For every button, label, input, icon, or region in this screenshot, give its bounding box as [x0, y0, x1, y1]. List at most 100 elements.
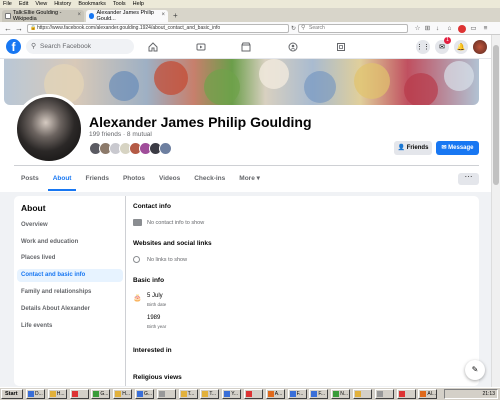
forward-icon[interactable]: →: [15, 24, 23, 33]
app-icon: [93, 391, 100, 397]
app-icon: [289, 391, 296, 397]
watch-nav-icon[interactable]: [186, 39, 216, 55]
app-icon: [224, 391, 231, 397]
friends-button[interactable]: 👤 Friends: [394, 141, 432, 155]
taskbar-item[interactable]: [396, 389, 416, 399]
more-options-button[interactable]: ···: [458, 173, 479, 185]
friends-count[interactable]: 199 friends · 8 mutual: [89, 131, 152, 138]
menu-history[interactable]: History: [54, 1, 71, 7]
notifications-bell-icon[interactable]: 🔔: [454, 40, 468, 54]
tab-videos[interactable]: Videos: [152, 167, 187, 191]
menu-bookmarks[interactable]: Bookmarks: [78, 1, 106, 7]
account-avatar[interactable]: [473, 40, 487, 54]
globe-icon: [133, 256, 140, 263]
app-icon: [267, 391, 274, 397]
taskbar-item[interactable]: H...: [47, 389, 67, 399]
taskbar-item[interactable]: [374, 389, 394, 399]
home-icon[interactable]: ⌂: [446, 25, 453, 32]
taskbar-item[interactable]: F...: [287, 389, 307, 399]
taskbar-item[interactable]: N...: [331, 389, 351, 399]
menu-tools[interactable]: Tools: [113, 1, 126, 7]
page-scrollbar[interactable]: [491, 35, 500, 387]
taskbar-item[interactable]: Al...: [418, 389, 438, 399]
facebook-logo[interactable]: f: [6, 39, 21, 54]
tab-strip: Talk:Ellie Goulding - Wikipedia × Alexan…: [0, 8, 500, 22]
about-nav-places-lived[interactable]: Places lived: [17, 252, 123, 265]
profile-picture[interactable]: [14, 94, 84, 164]
menu-bar: File Edit View History Bookmarks Tools H…: [0, 0, 500, 8]
url-bar[interactable]: 🔒 https://www.facebook.com/alexander.gou…: [27, 24, 289, 33]
about-nav-overview[interactable]: Overview: [17, 219, 123, 232]
addon-icon[interactable]: ▭: [470, 25, 477, 32]
compose-icon: ✎: [471, 365, 479, 374]
tab-check-ins[interactable]: Check-ins: [187, 167, 232, 191]
marketplace-nav-icon[interactable]: [231, 39, 261, 55]
taskbar-item[interactable]: T...: [178, 389, 198, 399]
search-placeholder: Search: [309, 25, 325, 31]
notification-badge: 1: [444, 37, 451, 44]
taskbar-item-label: Al...: [427, 391, 437, 397]
url-text: https://www.facebook.com/alexander.gould…: [37, 25, 221, 31]
contact-info-row: No contact info to show: [133, 219, 204, 226]
taskbar-item[interactable]: Y...: [222, 389, 242, 399]
contact-empty-text: No contact info to show: [147, 219, 205, 226]
message-button[interactable]: ✉ Message: [436, 141, 479, 155]
clock: 21:13: [482, 391, 495, 397]
close-icon[interactable]: ×: [77, 12, 81, 18]
birth-year-value: 1989: [147, 315, 161, 321]
back-icon[interactable]: ←: [4, 24, 12, 33]
taskbar-item-label: T...: [209, 391, 217, 397]
menu-grid-icon[interactable]: ⋮⋮: [416, 40, 430, 54]
menu-view[interactable]: View: [35, 1, 47, 7]
about-nav-details[interactable]: Details About Alexander: [17, 303, 123, 316]
about-nav-life-events[interactable]: Life events: [17, 320, 123, 333]
taskbar-item[interactable]: G...: [135, 389, 154, 399]
taskbar-item[interactable]: F...: [309, 389, 329, 399]
taskbar-item[interactable]: [244, 389, 263, 399]
tab-photos[interactable]: Photos: [116, 167, 152, 191]
download-icon[interactable]: ↓: [434, 25, 441, 32]
tab-friends[interactable]: Friends: [78, 167, 115, 191]
gaming-nav-icon[interactable]: [326, 39, 356, 55]
menu-help[interactable]: Help: [133, 1, 144, 7]
tab-wikipedia[interactable]: Talk:Ellie Goulding - Wikipedia ×: [2, 10, 84, 22]
bookmark-star-icon[interactable]: ☆: [414, 25, 421, 32]
taskbar-item-label: N...: [340, 391, 348, 397]
about-nav-work-education[interactable]: Work and education: [17, 236, 123, 249]
tab-more[interactable]: More ▾: [232, 167, 267, 191]
messenger-icon: ✉: [441, 145, 447, 151]
taskbar-item[interactable]: G...: [91, 389, 111, 399]
browser-search-input[interactable]: ⚲ Search: [298, 24, 408, 33]
taskbar-item[interactable]: A...: [265, 389, 285, 399]
new-tab-icon[interactable]: +: [173, 11, 178, 20]
new-message-button[interactable]: ✎: [465, 360, 485, 380]
tab-about[interactable]: About: [46, 167, 79, 191]
tab-facebook[interactable]: Alexander James Philip Gould... ×: [86, 10, 168, 22]
menu-hamburger-icon[interactable]: ≡: [482, 25, 489, 32]
menu-file[interactable]: File: [3, 1, 12, 7]
start-button[interactable]: Start: [1, 389, 23, 399]
about-title: About: [21, 203, 46, 213]
about-nav-contact-basic-info[interactable]: Contact and basic info: [17, 269, 123, 282]
taskbar-item[interactable]: D...: [26, 389, 45, 399]
menu-edit[interactable]: Edit: [19, 1, 28, 7]
friend-avatar[interactable]: [159, 142, 172, 155]
reload-icon[interactable]: ↻: [291, 25, 296, 32]
tab-posts[interactable]: Posts: [14, 167, 46, 191]
facebook-search-input[interactable]: ⚲ Search Facebook: [26, 39, 134, 54]
addon-icon[interactable]: [458, 25, 466, 33]
taskbar-item[interactable]: [156, 389, 176, 399]
taskbar-item[interactable]: T...: [200, 389, 220, 399]
windows-taskbar: Start D... H... G... H... G... T... T... Y... A.…: [0, 387, 500, 400]
websites-row: No links to show: [133, 256, 187, 263]
taskbar-item[interactable]: [353, 389, 372, 399]
taskbar-item[interactable]: [69, 389, 89, 399]
about-nav-family-relationships[interactable]: Family and relationships: [17, 286, 123, 299]
close-icon[interactable]: ×: [161, 12, 165, 18]
scrollbar-thumb[interactable]: [493, 45, 499, 185]
taskbar-item[interactable]: H...: [113, 389, 133, 399]
groups-nav-icon[interactable]: [278, 39, 308, 55]
library-icon[interactable]: ⊞: [424, 25, 431, 32]
home-nav-icon[interactable]: [138, 39, 168, 55]
cover-photo[interactable]: [4, 59, 479, 105]
